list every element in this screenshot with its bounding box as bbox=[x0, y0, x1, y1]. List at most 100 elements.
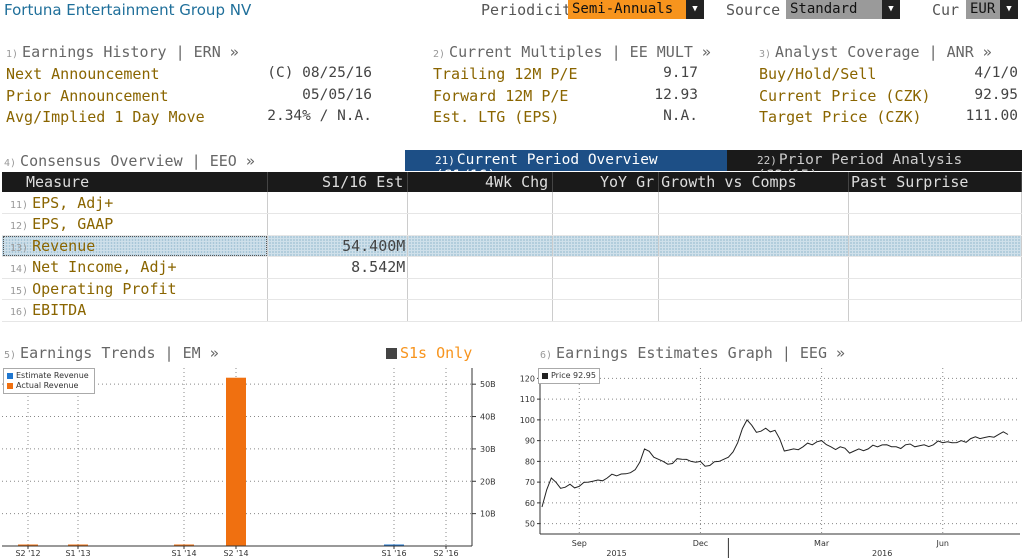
avg-implied-move-label: Avg/Implied 1 Day Move bbox=[6, 108, 205, 126]
y-tick-label: 70 bbox=[525, 478, 535, 487]
table-row[interactable]: 15) Operating Profit bbox=[2, 278, 1022, 300]
col-growth-vs-comps[interactable]: Growth vs Comps bbox=[658, 172, 850, 192]
actual-swatch bbox=[7, 383, 13, 389]
col-measure[interactable]: Measure bbox=[2, 172, 269, 192]
y-tick-label: 120 bbox=[520, 374, 535, 383]
estimate-swatch bbox=[7, 373, 13, 379]
y-tick-label: 50B bbox=[480, 380, 496, 389]
y-tick-label: 110 bbox=[520, 395, 535, 404]
est-value bbox=[267, 278, 409, 300]
y-tick-label: 80 bbox=[525, 457, 535, 466]
consensus-overview-heading[interactable]: 4) Consensus Overview | EEO » bbox=[4, 152, 255, 170]
x-year-label: 2015 bbox=[606, 549, 626, 558]
table-row-selected[interactable]: 13) Revenue 54.400M bbox=[2, 235, 1022, 257]
table-row[interactable]: 16) EBITDA bbox=[2, 299, 1022, 322]
measure-label: EPS, Adj+ bbox=[32, 193, 114, 212]
trailing-pe-label: Trailing 12M P/E bbox=[433, 65, 578, 83]
price-swatch bbox=[542, 373, 548, 379]
y-tick-label: 90 bbox=[525, 437, 535, 446]
x-tick-label: Mar bbox=[814, 539, 830, 548]
source-label: Source bbox=[726, 1, 781, 19]
prior-announcement-label: Prior Announcement bbox=[6, 87, 169, 105]
earnings-estimates-heading[interactable]: 6) Earnings Estimates Graph | EEG » bbox=[540, 344, 845, 362]
checkbox-icon bbox=[386, 348, 397, 359]
y-tick-label: 10B bbox=[480, 510, 496, 519]
source-dropdown[interactable]: Standard ▼ bbox=[786, 0, 900, 19]
tab-prior-period[interactable]: 22)Prior Period Analysis (S2/15) bbox=[727, 150, 1022, 184]
y-tick-label: 60 bbox=[525, 499, 535, 508]
x-tick-label: S2 '14 bbox=[223, 549, 248, 558]
table-row[interactable]: 11) EPS, Adj+ bbox=[2, 192, 1022, 214]
buy-hold-sell-label: Buy/Hold/Sell bbox=[759, 65, 877, 83]
earnings-trends-heading[interactable]: 5) Earnings Trends | EM » bbox=[4, 344, 219, 362]
analyst-coverage-heading[interactable]: 3) Analyst Coverage | ANR » bbox=[759, 43, 992, 61]
measure-label: EBITDA bbox=[32, 301, 87, 320]
table-row[interactable]: 14) Net Income, Adj+ 8.542M bbox=[2, 256, 1022, 279]
security-title: Fortuna Entertainment Group NV bbox=[4, 1, 252, 19]
current-price-value: 92.95 bbox=[974, 87, 1018, 103]
est-value bbox=[267, 192, 409, 214]
x-tick-label: Jun bbox=[936, 539, 950, 548]
col-est[interactable]: S1/16 Est bbox=[267, 172, 409, 192]
prior-announcement-value: 05/05/16 bbox=[302, 87, 372, 103]
measure-label: Net Income, Adj+ bbox=[32, 258, 177, 277]
x-tick-label: S1 '16 bbox=[381, 549, 406, 558]
y-tick-label: 20B bbox=[480, 477, 496, 486]
buy-hold-sell-value: 4/1/0 bbox=[974, 65, 1018, 81]
periodicity-dropdown[interactable]: Semi-Annuals ▼ bbox=[568, 0, 704, 19]
table-row[interactable]: 12) EPS, GAAP bbox=[2, 213, 1022, 236]
price-legend: Price 92.95 bbox=[538, 368, 600, 384]
tab-current-period[interactable]: 21)Current Period Overview (S1/16) bbox=[405, 150, 727, 184]
earnings-trends-legend: Estimate Revenue Actual Revenue bbox=[3, 368, 95, 394]
price-series-line bbox=[541, 419, 1009, 508]
forward-pe-value: 12.93 bbox=[654, 87, 698, 103]
forward-pe-label: Forward 12M P/E bbox=[433, 87, 569, 105]
currency-value: EUR bbox=[966, 0, 1000, 19]
bar-actual-revenue bbox=[226, 377, 246, 546]
current-multiples-heading[interactable]: 2) Current Multiples | EE MULT » bbox=[433, 43, 711, 61]
est-value bbox=[267, 213, 409, 236]
periodicity-label: Periodicity bbox=[481, 1, 581, 19]
col-past-surprise[interactable]: Past Surprise bbox=[848, 172, 1022, 192]
next-announcement-value: (C) 08/25/16 bbox=[267, 65, 372, 81]
current-price-label: Current Price (CZK) bbox=[759, 87, 931, 105]
est-ltg-value: N.A. bbox=[663, 108, 698, 124]
col-yoy-gr[interactable]: YoY Gr bbox=[552, 172, 660, 192]
table-header-row: Measure S1/16 Est 4Wk Chg YoY Gr Growth … bbox=[2, 172, 1022, 192]
periodicity-value: Semi-Annuals bbox=[568, 0, 686, 19]
earnings-estimates-chart: 50 60 70 80 90 100 110 120 Sep Dec Mar Jun 2015 2016 bbox=[520, 368, 1020, 558]
est-value bbox=[267, 299, 409, 322]
y-tick-label: 30B bbox=[480, 445, 496, 454]
x-tick-label: S1 '13 bbox=[65, 549, 90, 558]
x-tick-label: S2 '12 bbox=[15, 549, 40, 558]
chevron-down-icon: ▼ bbox=[1000, 0, 1018, 19]
y-tick-label: 40B bbox=[480, 413, 496, 422]
source-value: Standard bbox=[786, 0, 882, 19]
consensus-table: Measure S1/16 Est 4Wk Chg YoY Gr Growth … bbox=[2, 172, 1022, 322]
y-tick-label: 100 bbox=[520, 416, 535, 425]
next-announcement-label: Next Announcement bbox=[6, 65, 160, 83]
avg-implied-move-value: 2.34% / N.A. bbox=[267, 108, 372, 124]
earnings-history-heading[interactable]: 1) Earnings History | ERN » bbox=[6, 43, 239, 61]
s1s-only-toggle[interactable]: S1s Only bbox=[386, 344, 472, 362]
est-value: 8.542M bbox=[267, 256, 409, 279]
col-4wk-chg[interactable]: 4Wk Chg bbox=[407, 172, 554, 192]
target-price-value: 111.00 bbox=[965, 108, 1018, 124]
x-tick-label: Sep bbox=[572, 539, 587, 548]
target-price-label: Target Price (CZK) bbox=[759, 108, 922, 126]
est-ltg-label: Est. LTG (EPS) bbox=[433, 108, 560, 126]
measure-label: EPS, GAAP bbox=[32, 215, 114, 234]
measure-label: Operating Profit bbox=[32, 279, 177, 298]
est-value: 54.400M bbox=[267, 235, 409, 257]
measure-label: Revenue bbox=[32, 236, 96, 255]
trailing-pe-value: 9.17 bbox=[663, 65, 698, 81]
currency-label: Cur bbox=[932, 1, 960, 19]
chevron-down-icon: ▼ bbox=[686, 0, 704, 19]
x-year-label: 2016 bbox=[872, 549, 892, 558]
chevron-down-icon: ▼ bbox=[882, 0, 900, 19]
currency-dropdown[interactable]: EUR ▼ bbox=[966, 0, 1018, 19]
y-tick-label: 50 bbox=[525, 520, 535, 529]
x-tick-label: S1 '14 bbox=[171, 549, 196, 558]
x-tick-label: Dec bbox=[693, 539, 708, 548]
x-tick-label: S2 '16 bbox=[433, 549, 458, 558]
